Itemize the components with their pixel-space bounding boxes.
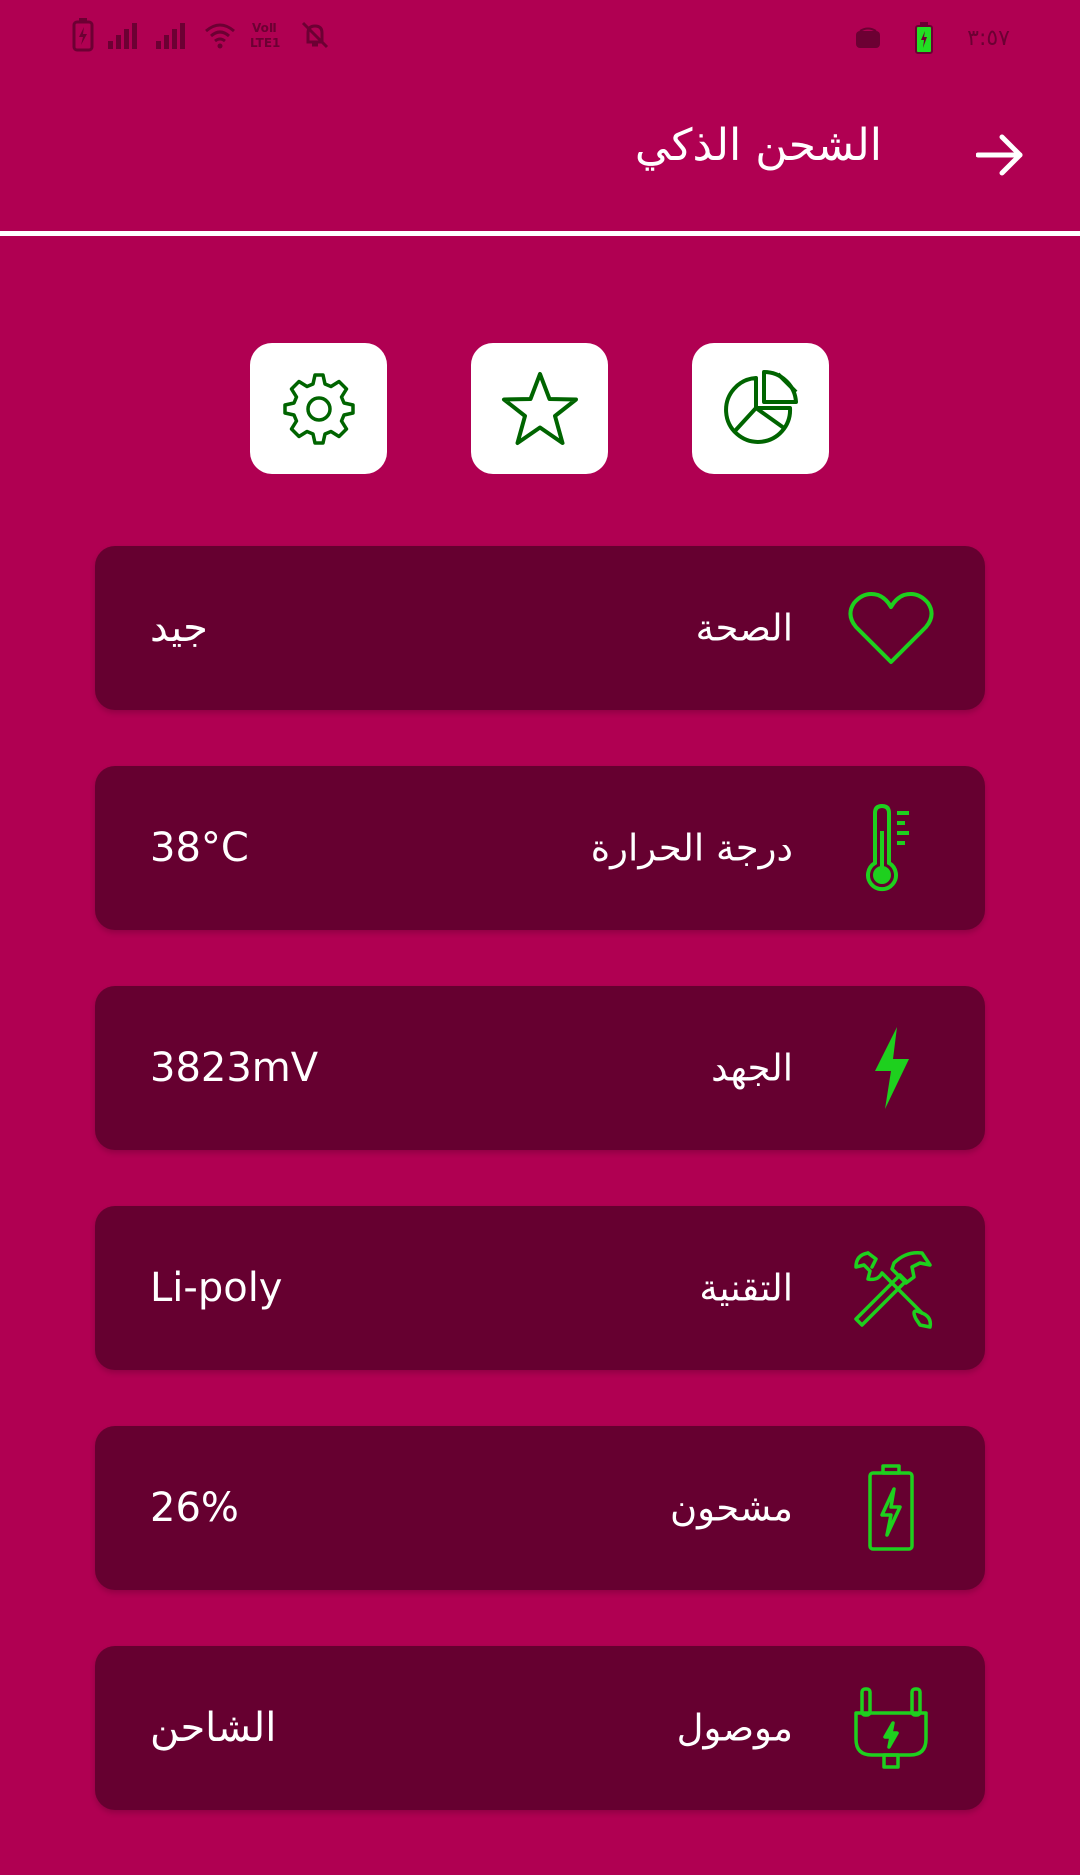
statistics-button[interactable]	[692, 343, 829, 474]
app-bar: الشحن الذكي	[0, 80, 1080, 232]
tools-icon	[854, 1250, 933, 1329]
temperature-value: 38°C	[150, 825, 249, 871]
card-icon-wrap	[835, 1672, 947, 1784]
signal-icon	[108, 23, 137, 49]
mute-icon	[301, 21, 329, 49]
favorite-button[interactable]	[471, 343, 608, 474]
status-icons-left: VoⅡ LTE1	[72, 18, 330, 52]
charge-level-label: مشحون	[670, 1486, 793, 1530]
card-icon-wrap	[835, 792, 947, 904]
settings-button[interactable]	[250, 343, 387, 474]
technology-card: التقنية Li-poly	[95, 1206, 985, 1370]
technology-value: Li-poly	[150, 1265, 283, 1311]
charge-level-card: مشحون 26%	[95, 1426, 985, 1590]
voltage-value: 3823mV	[150, 1045, 319, 1091]
lightning-icon	[875, 1027, 909, 1109]
back-button[interactable]	[970, 120, 1030, 190]
card-icon-wrap	[835, 1232, 947, 1344]
clock: ٣:٥٧	[967, 25, 1010, 51]
signal-icon	[156, 23, 185, 49]
status-bar: VoⅡ LTE1 ٣:٥٧	[0, 0, 1080, 80]
pie-chart-icon	[723, 369, 798, 444]
wifi-icon	[205, 23, 235, 49]
header-divider	[0, 231, 1080, 236]
health-label: الصحة	[695, 606, 793, 650]
health-value: جيد	[150, 605, 208, 651]
card-icon-wrap	[835, 1452, 947, 1564]
card-icon-wrap	[835, 572, 947, 684]
card-icon-wrap	[835, 1012, 947, 1124]
voltage-card: الجهد 3823mV	[95, 986, 985, 1150]
plug-icon	[854, 1687, 928, 1769]
status-icons-right: ٣:٥٧	[855, 22, 1010, 54]
battery-charging-icon	[72, 18, 94, 52]
arrow-right-icon	[976, 134, 1023, 176]
voltage-label: الجهد	[711, 1046, 793, 1090]
charge-level-value: 26%	[150, 1485, 239, 1531]
notification-icon	[856, 27, 881, 48]
temperature-label: درجة الحرارة	[590, 826, 793, 870]
heart-icon	[848, 592, 934, 664]
star-icon	[501, 371, 578, 445]
page-title: الشحن الذكي	[634, 120, 882, 171]
plugged-value: الشاحن	[150, 1705, 277, 1751]
quick-actions	[0, 343, 1080, 474]
svg-text:LTE1: LTE1	[250, 36, 280, 50]
battery-icon	[915, 22, 934, 54]
technology-label: التقنية	[699, 1266, 793, 1310]
plugged-label: موصول	[676, 1706, 793, 1750]
temperature-card: درجة الحرارة 38°C	[95, 766, 985, 930]
battery-charging-icon	[868, 1464, 914, 1551]
plugged-card: موصول الشاحن	[95, 1646, 985, 1810]
svg-text:VoⅡ: VoⅡ	[252, 21, 277, 35]
health-card: الصحة جيد	[95, 546, 985, 710]
settings-icon	[282, 372, 355, 445]
thermometer-icon	[866, 803, 909, 892]
volte-icon: VoⅡ LTE1	[250, 21, 280, 50]
